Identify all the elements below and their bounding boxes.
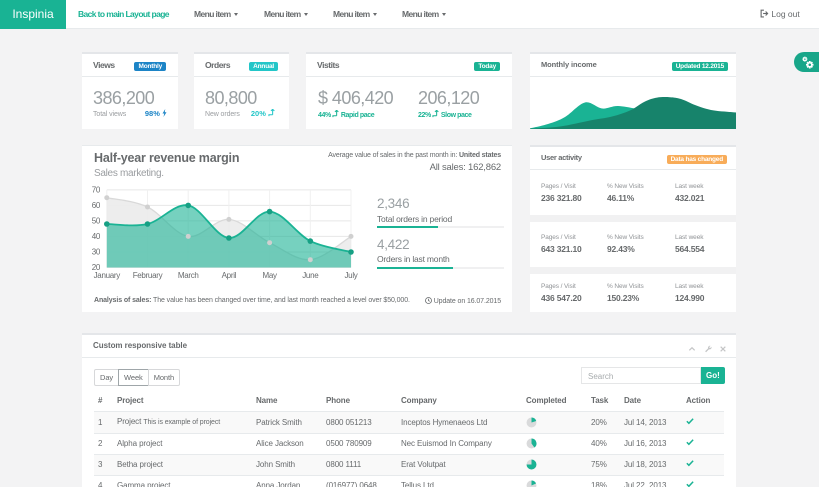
svg-text:30: 30 [92,248,101,257]
svg-text:March: March [178,271,199,280]
svg-text:40: 40 [92,232,101,241]
svg-text:January: January [94,271,121,280]
svg-text:June: June [302,271,319,280]
svg-text:April: April [222,271,237,280]
svg-text:May: May [262,271,277,280]
svg-text:70: 70 [92,186,101,195]
svg-text:50: 50 [92,217,101,226]
svg-text:July: July [344,271,357,280]
svg-text:60: 60 [92,201,101,210]
svg-text:February: February [133,271,163,280]
